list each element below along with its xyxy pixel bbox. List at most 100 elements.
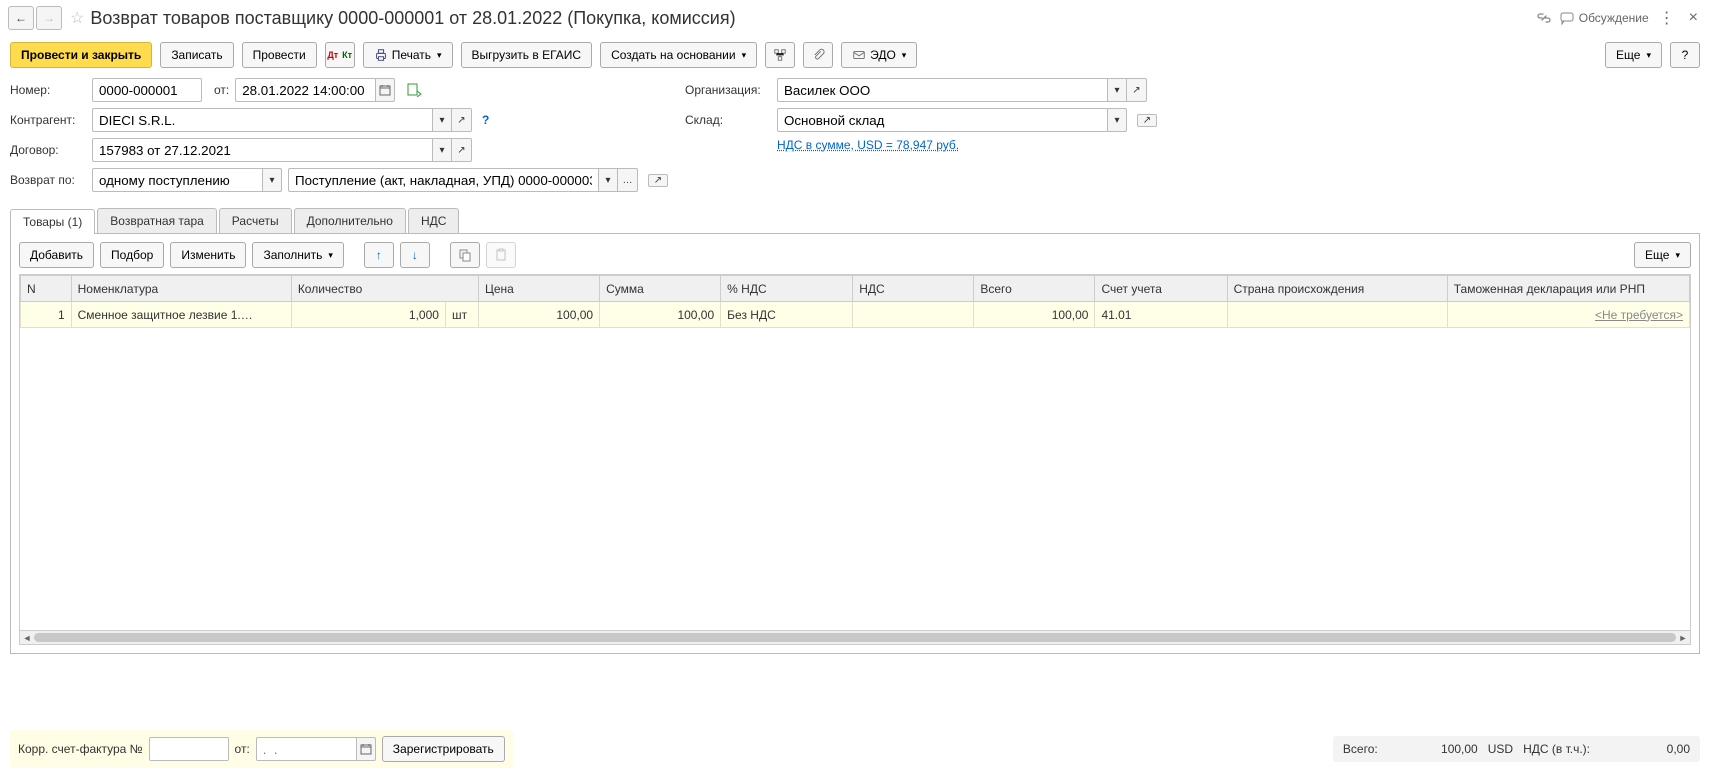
- structure-button[interactable]: [765, 42, 795, 68]
- edo-button[interactable]: ЭДО▾: [841, 42, 917, 68]
- back-button[interactable]: ←: [8, 6, 34, 30]
- cell-item[interactable]: Сменное защитное лезвие 1.…: [71, 302, 291, 328]
- cell-vat-rate[interactable]: Без НДС: [721, 302, 853, 328]
- attach-button[interactable]: [803, 42, 833, 68]
- post-and-close-button[interactable]: Провести и закрыть: [10, 42, 152, 68]
- footer-currency: USD: [1488, 742, 1513, 756]
- post-button[interactable]: Провести: [242, 42, 317, 68]
- corr-invoice-number[interactable]: [149, 737, 229, 761]
- col-price[interactable]: Цена: [478, 276, 599, 302]
- move-down-button[interactable]: ↓: [400, 242, 430, 268]
- calendar-icon[interactable]: [375, 78, 395, 102]
- counterparty-field[interactable]: [92, 108, 432, 132]
- dropdown-icon[interactable]: ▾: [432, 138, 452, 162]
- forward-button[interactable]: →: [36, 6, 62, 30]
- tab-goods[interactable]: Товары (1): [10, 209, 95, 234]
- star-icon[interactable]: ☆: [70, 8, 84, 28]
- copy-button[interactable]: [450, 242, 480, 268]
- kebab-menu[interactable]: ⋮: [1655, 8, 1679, 28]
- ellipsis-icon[interactable]: …: [618, 168, 638, 192]
- col-account[interactable]: Счет учета: [1095, 276, 1227, 302]
- cell-vat[interactable]: [853, 302, 974, 328]
- tab-tare[interactable]: Возвратная тара: [97, 208, 217, 233]
- form-area: Номер: от: Контрагент: ▾ ↗: [0, 74, 1710, 202]
- col-gtd[interactable]: Таможенная декларация или РНП: [1447, 276, 1689, 302]
- date-field[interactable]: [235, 78, 375, 102]
- open-icon[interactable]: ↗: [1127, 78, 1147, 102]
- discussion-button[interactable]: Обсуждение: [1559, 10, 1649, 26]
- create-based-button[interactable]: Создать на основании▾: [600, 42, 757, 68]
- cell-gtd[interactable]: <Не требуется>: [1447, 302, 1689, 328]
- scroll-left-icon[interactable]: ◄: [20, 631, 34, 645]
- number-label: Номер:: [10, 83, 86, 97]
- cell-country[interactable]: [1227, 302, 1447, 328]
- change-button[interactable]: Изменить: [170, 242, 246, 268]
- more-button[interactable]: Еще▾: [1605, 42, 1662, 68]
- fill-button[interactable]: Заполнить▾: [252, 242, 343, 268]
- receipt-field[interactable]: [288, 168, 598, 192]
- cell-sum[interactable]: 100,00: [600, 302, 721, 328]
- cell-unit[interactable]: шт: [445, 302, 478, 328]
- table-more-button[interactable]: Еще▾: [1634, 242, 1691, 268]
- vat-currency-link[interactable]: НДС в сумме, USD = 78,947 руб.: [777, 138, 959, 152]
- table-row[interactable]: 1 Сменное защитное лезвие 1.… 1,000 шт 1…: [21, 302, 1690, 328]
- col-n[interactable]: N: [21, 276, 72, 302]
- open-icon[interactable]: ↗: [452, 138, 472, 162]
- dropdown-icon[interactable]: ▾: [1107, 78, 1127, 102]
- add-button[interactable]: Добавить: [19, 242, 94, 268]
- dtkt-button[interactable]: ДтКт: [325, 42, 355, 68]
- org-field[interactable]: [777, 78, 1107, 102]
- open-icon[interactable]: ↗: [452, 108, 472, 132]
- horizontal-scrollbar[interactable]: ◄ ►: [20, 630, 1690, 644]
- corr-invoice-date[interactable]: [256, 737, 356, 761]
- tab-vat[interactable]: НДС: [408, 208, 459, 233]
- contract-field[interactable]: [92, 138, 432, 162]
- paste-button[interactable]: [486, 242, 516, 268]
- table-toolbar: Добавить Подбор Изменить Заполнить▾ ↑ ↓ …: [19, 242, 1691, 268]
- help-button[interactable]: ?: [1670, 42, 1700, 68]
- contract-label: Договор:: [10, 143, 86, 157]
- tab-extra[interactable]: Дополнительно: [294, 208, 406, 233]
- cell-n[interactable]: 1: [21, 302, 72, 328]
- close-button[interactable]: ×: [1685, 9, 1702, 27]
- cell-account[interactable]: 41.01: [1095, 302, 1227, 328]
- pick-button[interactable]: Подбор: [100, 242, 164, 268]
- print-button[interactable]: Печать▾: [363, 42, 453, 68]
- col-total[interactable]: Всего: [974, 276, 1095, 302]
- cell-total[interactable]: 100,00: [974, 302, 1095, 328]
- scroll-thumb[interactable]: [34, 633, 1676, 642]
- dropdown-icon[interactable]: ▾: [1107, 108, 1127, 132]
- number-field[interactable]: [92, 78, 202, 102]
- dropdown-icon[interactable]: ▾: [432, 108, 452, 132]
- help-icon[interactable]: ?: [478, 113, 493, 127]
- open-icon[interactable]: ↗: [1137, 114, 1157, 127]
- col-vat-rate[interactable]: % НДС: [721, 276, 853, 302]
- cell-qty[interactable]: 1,000: [291, 302, 445, 328]
- doc-flow-icon[interactable]: [407, 83, 423, 97]
- dropdown-icon[interactable]: ▾: [262, 168, 282, 192]
- warehouse-field[interactable]: [777, 108, 1107, 132]
- open-icon[interactable]: ↗: [648, 174, 668, 187]
- scroll-right-icon[interactable]: ►: [1676, 631, 1690, 645]
- warehouse-label: Склад:: [685, 113, 771, 127]
- return-by-field[interactable]: [92, 168, 262, 192]
- write-button[interactable]: Записать: [160, 42, 233, 68]
- tab-calc[interactable]: Расчеты: [219, 208, 292, 233]
- return-by-label: Возврат по:: [10, 173, 86, 187]
- col-country[interactable]: Страна происхождения: [1227, 276, 1447, 302]
- from-label: от:: [214, 83, 229, 97]
- dropdown-icon[interactable]: ▾: [598, 168, 618, 192]
- goods-table: N Номенклатура Количество Цена Сумма % Н…: [19, 274, 1691, 645]
- cell-price[interactable]: 100,00: [478, 302, 599, 328]
- egais-button[interactable]: Выгрузить в ЕГАИС: [461, 42, 593, 68]
- register-button[interactable]: Зарегистрировать: [382, 736, 505, 762]
- col-sum[interactable]: Сумма: [600, 276, 721, 302]
- footer-total: 100,00: [1388, 742, 1478, 756]
- link-icon[interactable]: [1535, 9, 1553, 27]
- calendar-icon[interactable]: [356, 737, 376, 761]
- move-up-button[interactable]: ↑: [364, 242, 394, 268]
- col-vat[interactable]: НДС: [853, 276, 974, 302]
- corr-invoice-label: Корр. счет-фактура №: [18, 742, 143, 756]
- col-item[interactable]: Номенклатура: [71, 276, 291, 302]
- col-qty[interactable]: Количество: [291, 276, 478, 302]
